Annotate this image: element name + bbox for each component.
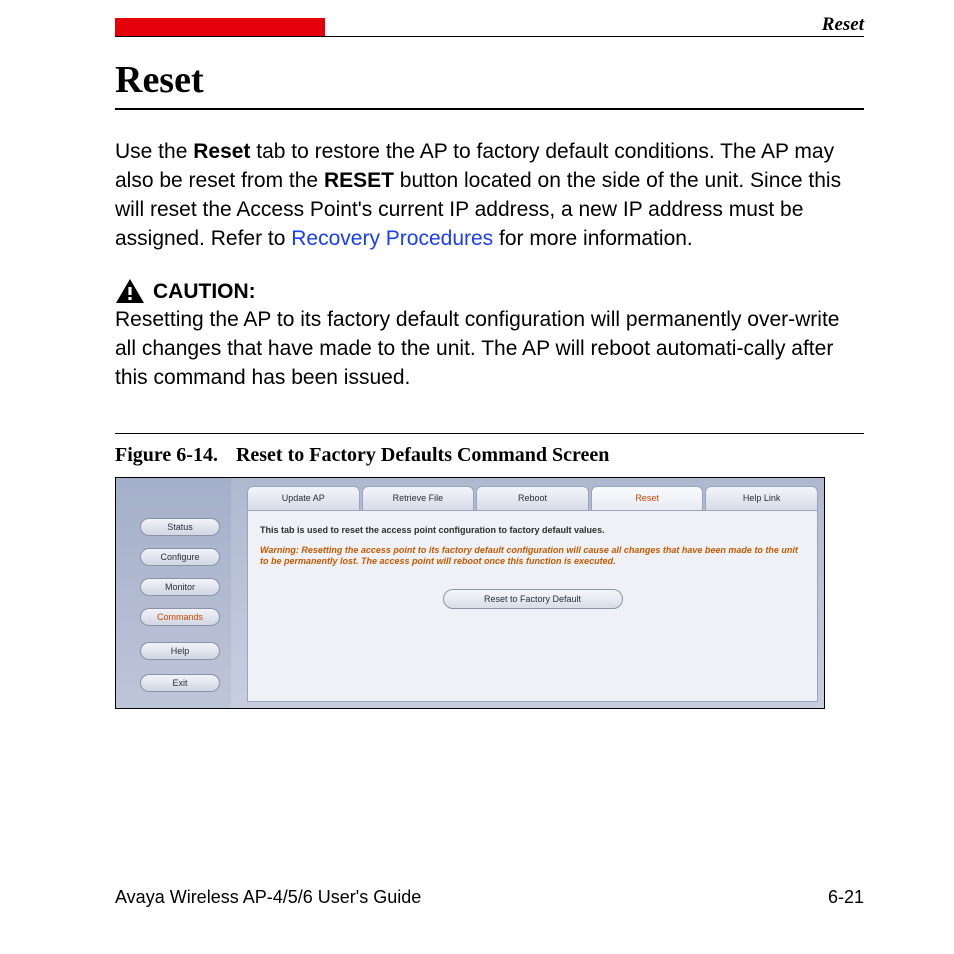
recovery-procedures-link[interactable]: Recovery Procedures (291, 227, 493, 250)
intro-bold-reset-button: RESET (324, 169, 394, 192)
panel-description: This tab is used to reset the access poi… (260, 525, 805, 535)
screenshot-main: Update AP Retrieve File Reboot Reset Hel… (231, 478, 824, 708)
title-divider (115, 108, 864, 110)
sidebar-btn-configure[interactable]: Configure (140, 548, 220, 566)
tab-retrieve-file[interactable]: Retrieve File (362, 486, 475, 510)
screenshot-frame: Status Configure Monitor Commands Help E… (115, 477, 825, 709)
figure-title: Reset to Factory Defaults Command Screen (236, 444, 609, 466)
footer-page-number: 6-21 (828, 887, 864, 908)
warning-triangle-icon (115, 278, 145, 304)
sidebar-btn-help[interactable]: Help (140, 642, 220, 660)
intro-paragraph: Use the Reset tab to restore the AP to f… (115, 138, 864, 254)
sidebar-btn-status[interactable]: Status (140, 518, 220, 536)
intro-bold-reset: Reset (193, 140, 250, 163)
caution-heading: CAUTION: (115, 278, 864, 304)
figure-number: Figure 6-14. (115, 444, 218, 466)
screenshot-panel: This tab is used to reset the access poi… (247, 510, 818, 702)
sidebar-btn-monitor[interactable]: Monitor (140, 578, 220, 596)
page-title: Reset (115, 58, 864, 102)
intro-text-post: for more information. (493, 227, 693, 250)
caution-text: Resetting the AP to its factory default … (115, 306, 864, 393)
sidebar-btn-commands[interactable]: Commands (140, 608, 220, 626)
screenshot-sidebar: Status Configure Monitor Commands Help E… (116, 478, 231, 708)
reset-to-factory-default-button[interactable]: Reset to Factory Default (443, 589, 623, 609)
caution-block: CAUTION: Resetting the AP to its factory… (115, 278, 864, 393)
tab-reset[interactable]: Reset (591, 486, 704, 510)
running-header: Reset (822, 14, 864, 36)
header-divider (115, 36, 864, 37)
tab-reboot[interactable]: Reboot (476, 486, 589, 510)
tab-help-link[interactable]: Help Link (705, 486, 818, 510)
intro-text-pre: Use the (115, 140, 193, 163)
figure-divider (115, 433, 864, 434)
figure-caption: Figure 6-14. Reset to Factory Defaults Co… (115, 444, 864, 467)
caution-label: CAUTION: (153, 280, 256, 304)
page-footer: Avaya Wireless AP-4/5/6 User's Guide 6-2… (115, 887, 864, 908)
screenshot-tabs: Update AP Retrieve File Reboot Reset Hel… (247, 486, 820, 510)
header-accent-bar (115, 18, 325, 36)
tab-update-ap[interactable]: Update AP (247, 486, 360, 510)
footer-guide-name: Avaya Wireless AP-4/5/6 User's Guide (115, 887, 421, 908)
panel-warning: Warning: Resetting the access point to i… (260, 545, 805, 568)
sidebar-btn-exit[interactable]: Exit (140, 674, 220, 692)
